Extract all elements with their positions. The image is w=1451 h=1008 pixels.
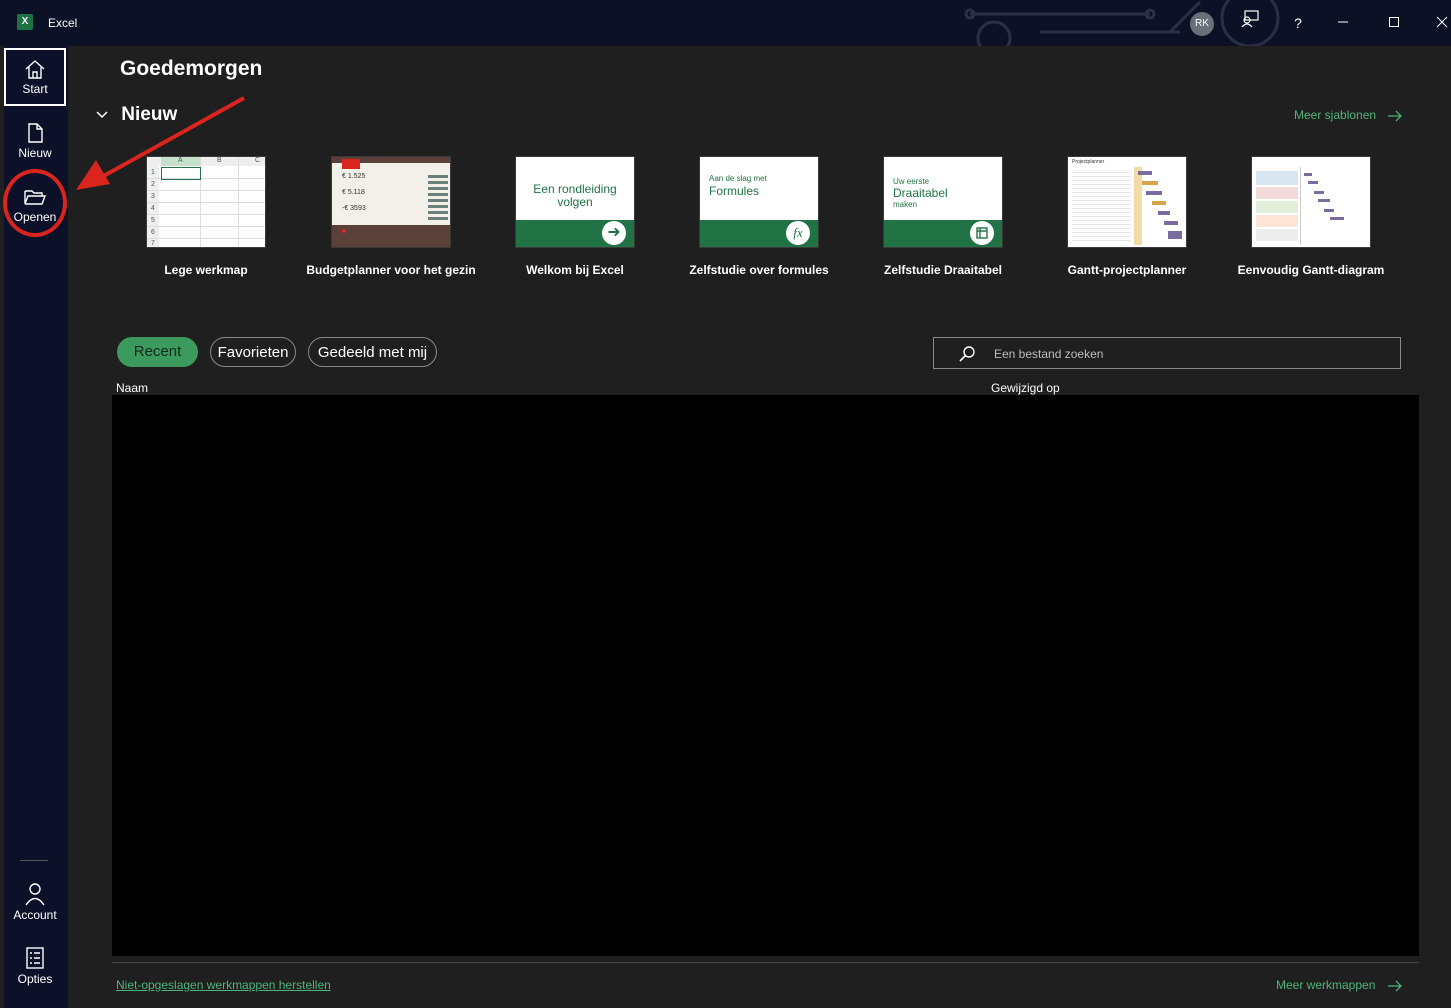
help-icon[interactable]: ?	[1284, 10, 1312, 36]
nav-new-label: Nieuw	[18, 146, 52, 160]
template-simple-gantt[interactable]: Eenvoudig Gantt-diagram	[1221, 156, 1401, 277]
footer-divider	[112, 962, 1419, 963]
template-thumbnail: Aan de slag met Formules fx	[699, 156, 819, 248]
search-icon	[959, 346, 975, 362]
more-templates-label: Meer sjablonen	[1294, 108, 1377, 122]
pivottable-icon	[970, 221, 994, 245]
template-blank-workbook[interactable]: A B C 1 2 3 4 5 6 7 Lege werkmap	[116, 156, 296, 277]
excel-logo-icon: X	[17, 14, 33, 30]
minimize-icon[interactable]	[1329, 10, 1357, 36]
nav-options-label: Opties	[17, 972, 53, 986]
more-workbooks-link[interactable]: Meer werkmappen	[1276, 978, 1403, 992]
arrow-right-icon	[1388, 110, 1403, 122]
template-label: Welkom bij Excel	[526, 263, 624, 277]
template-welcome-excel[interactable]: Een rondleiding volgen ➜ Welkom bij Exce…	[485, 156, 665, 277]
feedback-icon[interactable]	[1236, 10, 1264, 36]
recover-unsaved-link[interactable]: Niet-opgeslagen werkmappen herstellen	[116, 978, 331, 992]
template-label: Zelfstudie over formules	[689, 263, 829, 277]
title-bar: X Excel RK ?	[0, 0, 1451, 46]
column-header-name[interactable]: Naam	[116, 381, 148, 395]
fx-icon: fx	[786, 221, 810, 245]
annotation-circle	[3, 169, 67, 237]
template-thumbnail	[1251, 156, 1371, 248]
user-avatar[interactable]: RK	[1190, 12, 1214, 36]
close-icon[interactable]	[1428, 10, 1451, 36]
new-document-icon	[28, 123, 43, 143]
template-label: Budgetplanner voor het gezin	[306, 263, 476, 277]
arrow-right-icon: ➜	[602, 221, 626, 245]
template-thumbnail: Een rondleiding volgen ➜	[515, 156, 635, 248]
maximize-icon[interactable]	[1380, 10, 1408, 36]
new-section-toggle[interactable]: Nieuw	[96, 104, 177, 126]
template-thumbnail: Projectplanner	[1067, 156, 1187, 248]
nav-divider	[20, 860, 48, 861]
template-formulas-tutorial[interactable]: Aan de slag met Formules fx Zelfstudie o…	[669, 156, 849, 277]
account-icon	[25, 883, 45, 906]
nav-start-label: Start	[22, 82, 48, 96]
template-pivottable-tutorial[interactable]: Uw eerste Draaitabel maken Zelfstudie Dr…	[853, 156, 1033, 277]
options-icon	[26, 947, 44, 969]
template-thumbnail: A B C 1 2 3 4 5 6 7	[146, 156, 266, 248]
template-label: Eenvoudig Gantt-diagram	[1237, 263, 1385, 277]
file-search-box[interactable]	[933, 337, 1401, 369]
template-label: Lege werkmap	[164, 263, 248, 277]
nav-new[interactable]: Nieuw	[4, 114, 66, 172]
nav-account[interactable]: Account	[4, 874, 66, 932]
template-gantt-planner[interactable]: Projectplanner Gantt-projectplanner	[1037, 156, 1217, 277]
more-templates-link[interactable]: Meer sjablonen	[1294, 108, 1403, 122]
template-budget-planner[interactable]: € 1.525 € 5.118 -€ 3593 Budgetplanner vo…	[301, 156, 481, 277]
template-label: Gantt-projectplanner	[1067, 263, 1187, 277]
nav-account-label: Account	[13, 908, 57, 922]
nav-options[interactable]: Opties	[4, 938, 66, 996]
app-title: Excel	[48, 16, 78, 30]
column-header-modified[interactable]: Gewijzigd op	[991, 381, 1060, 395]
greeting-heading: Goedemorgen	[120, 57, 263, 80]
home-icon	[25, 60, 45, 79]
template-label: Zelfstudie Draaitabel	[883, 263, 1003, 277]
template-thumbnail: € 1.525 € 5.118 -€ 3593	[331, 156, 451, 248]
tab-recent[interactable]: Recent	[117, 337, 198, 367]
chevron-down-icon	[96, 107, 116, 122]
template-thumbnail: Uw eerste Draaitabel maken	[883, 156, 1003, 248]
tab-favorites[interactable]: Favorieten	[210, 337, 296, 367]
nav-start[interactable]: Start	[4, 48, 66, 106]
tab-shared-with-me[interactable]: Gedeeld met mij	[308, 337, 437, 367]
new-section-title: Nieuw	[121, 104, 178, 125]
recent-files-list	[112, 395, 1419, 956]
arrow-right-icon	[1387, 980, 1402, 992]
search-input[interactable]	[992, 343, 1376, 365]
more-workbooks-label: Meer werkmappen	[1276, 978, 1376, 992]
